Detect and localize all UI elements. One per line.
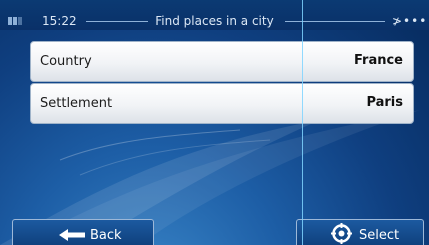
back-arrow-icon <box>59 229 85 241</box>
header-divider-right <box>285 21 385 22</box>
country-value: France <box>353 53 403 68</box>
status-bar: 15:22 Find places in a city ≯••• <box>0 0 429 30</box>
country-row[interactable]: Country France <box>30 41 414 82</box>
settlement-row[interactable]: Settlement Paris <box>30 83 414 124</box>
settlement-label: Settlement <box>40 96 113 111</box>
select-button-label: Select <box>359 228 400 243</box>
back-button-label: Back <box>90 228 122 243</box>
gps-signal-icon: ≯••• <box>392 14 428 28</box>
country-label: Country <box>40 54 92 69</box>
target-icon <box>331 223 352 244</box>
settlement-value: Paris <box>366 95 403 110</box>
select-button[interactable]: Select <box>296 219 424 245</box>
cursor-guide-line <box>302 0 303 245</box>
navigation-screen: 15:22 Find places in a city ≯••• Country… <box>0 0 429 245</box>
back-button[interactable]: Back <box>12 219 154 245</box>
